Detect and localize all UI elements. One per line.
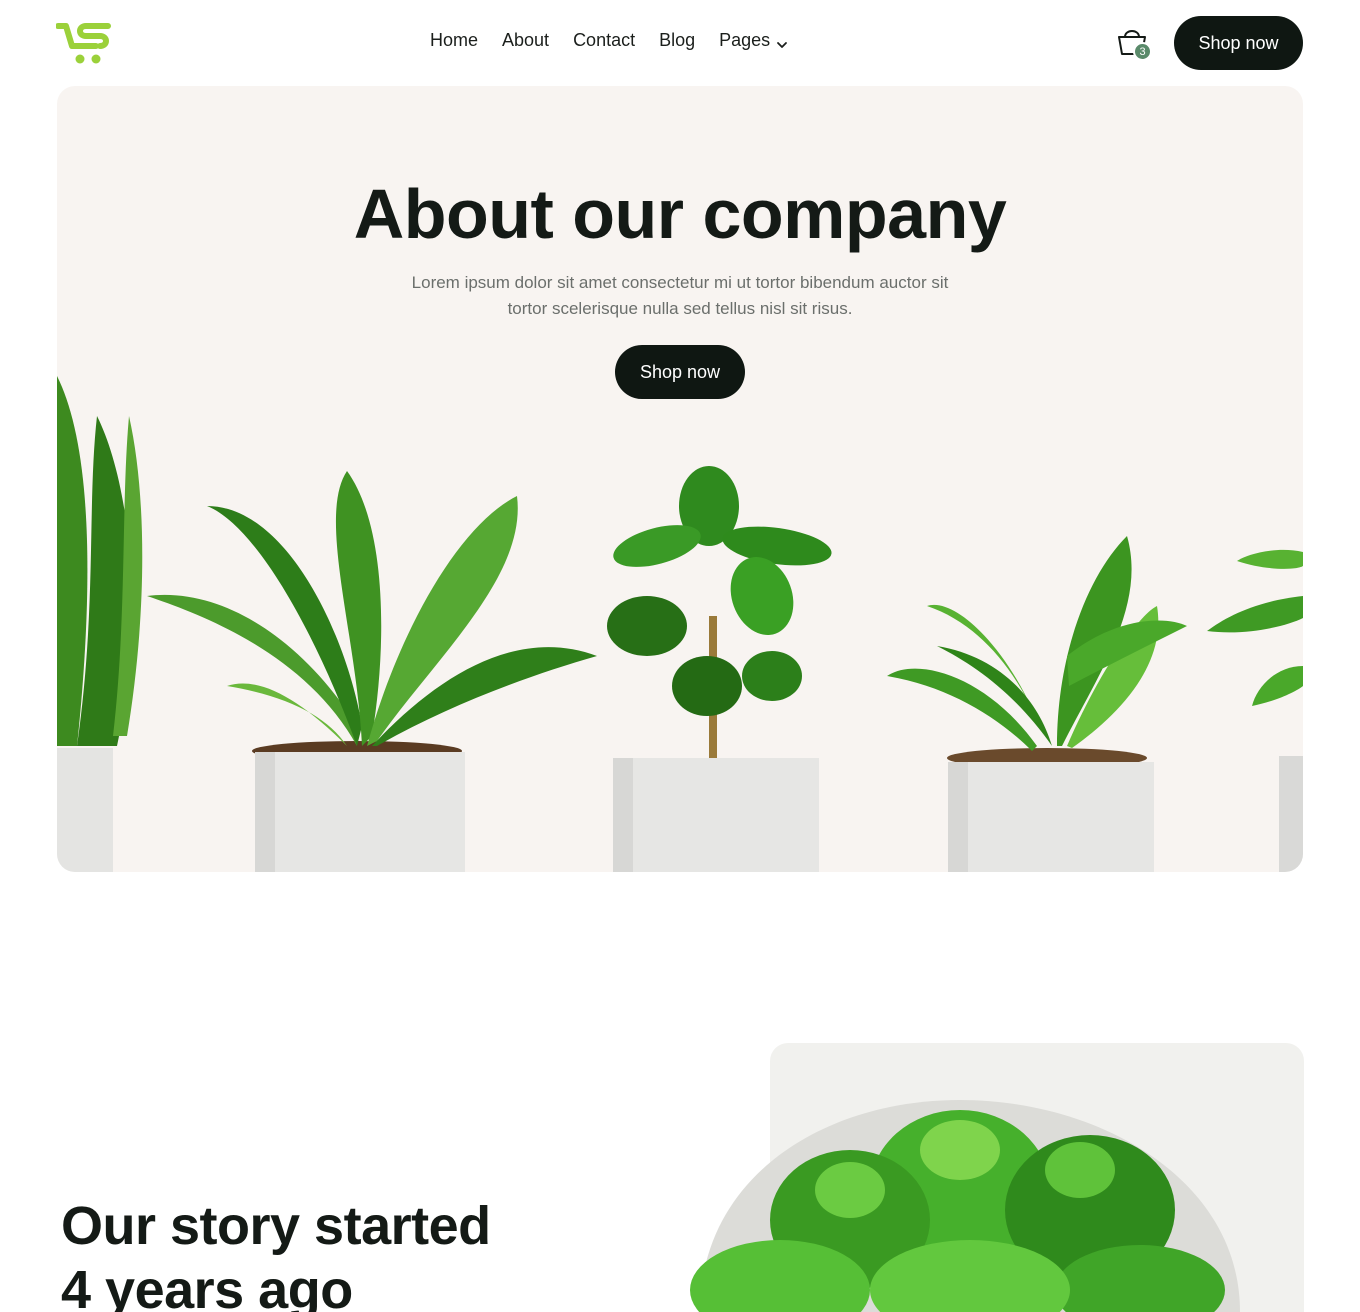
nav-about[interactable]: About <box>502 30 549 51</box>
story-title: Our story started 4 years ago <box>61 1194 491 1312</box>
nav-blog[interactable]: Blog <box>659 30 695 51</box>
story-title-line2: 4 years ago <box>61 1260 353 1312</box>
cart-count-badge: 3 <box>1133 42 1152 61</box>
hero-title: About our company <box>353 175 1007 253</box>
nav-pages-label: Pages <box>719 30 771 50</box>
header-shop-now-button[interactable]: Shop now <box>1174 16 1303 70</box>
nav-pages-dropdown[interactable]: Pages <box>719 30 788 51</box>
site-header: Home About Contact Blog Pages 3 Shop now <box>0 0 1360 86</box>
hero-section: About our company Lorem ipsum dolor sit … <box>57 86 1303 872</box>
succulent-bowl-image <box>690 1100 1240 1312</box>
story-title-line1: Our story started <box>61 1196 491 1256</box>
nav-home[interactable]: Home <box>430 30 478 51</box>
hero-description: Lorem ipsum dolor sit amet consectetur m… <box>411 273 949 318</box>
main-nav: Home About Contact Blog Pages <box>430 30 788 51</box>
cart-logo-icon[interactable] <box>55 18 114 68</box>
nav-contact[interactable]: Contact <box>573 30 635 51</box>
potted-plants-image <box>57 376 1303 872</box>
chevron-down-icon <box>776 35 788 48</box>
